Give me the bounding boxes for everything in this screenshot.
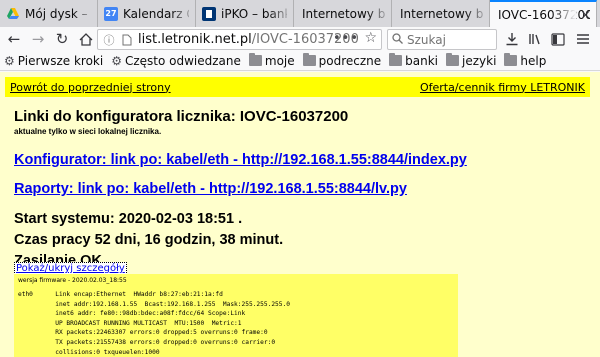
forward-arrow-icon[interactable]: → — [28, 29, 48, 49]
uptime: Czas pracy 52 dni, 16 godzin, 38 minut. — [14, 232, 284, 248]
tab-google-drive[interactable]: Mój dysk – Google Dysk — [0, 0, 98, 27]
google-drive-icon — [6, 7, 20, 21]
tab-internet-bank-1[interactable]: Internetowy bank — [294, 0, 392, 27]
tab-label: IOVC-16037200 — [498, 7, 590, 22]
bookmarks-toolbar: ⚙ Pierwsze kroki ⚙ Często odwiedzane moj… — [0, 51, 600, 71]
reload-icon[interactable]: ↻ — [52, 29, 72, 49]
bookmark-folder-help[interactable]: help — [504, 53, 547, 68]
firmware-version: wersja firmware - 2020.02.03_18:55 — [18, 277, 127, 284]
tab-ipko[interactable]: iPKO – bankowość — [196, 0, 294, 27]
home-icon[interactable] — [76, 29, 96, 49]
main-content: Linki do konfiguratora licznika: IOVC-16… — [14, 105, 594, 272]
bookmark-label: Pierwsze kroki — [17, 53, 104, 68]
folder-icon — [446, 53, 460, 66]
tab-strip: Mój dysk – Google Dysk 27 Kalendarz Goog… — [0, 0, 600, 27]
page-title: Linki do konfiguratora licznika: IOVC-16… — [14, 108, 349, 125]
tab-google-calendar[interactable]: 27 Kalendarz Google — [98, 0, 196, 27]
library-icon[interactable] — [526, 30, 544, 48]
bookmark-label: banki — [405, 53, 439, 68]
menu-icon[interactable] — [574, 30, 592, 48]
navigation-toolbar: ← → ↻ ⓘ list.letronik.net.pl/IOVC-160372… — [0, 27, 600, 51]
bookmark-folder-moje[interactable]: moje — [248, 53, 295, 68]
sidebar-icon[interactable] — [549, 30, 567, 48]
tab-iovc-active[interactable]: IOVC-16037200 × — [490, 0, 597, 27]
bookmark-pierwsze-kroki[interactable]: ⚙ Pierwsze kroki — [4, 54, 103, 68]
gear-icon: ⚙ — [111, 53, 122, 68]
folder-icon — [389, 53, 403, 66]
bookmark-folder-podreczne[interactable]: podreczne — [302, 53, 382, 68]
info-icon[interactable]: ⓘ — [102, 33, 116, 47]
page-icon — [120, 33, 134, 47]
page-content: Powrót do poprzedniej strony Oferta/cenn… — [0, 72, 600, 357]
bookmark-star-icon[interactable]: ☆ — [364, 30, 377, 46]
system-start: Start systemu: 2020-02-03 18:51 . — [14, 211, 243, 227]
reports-link[interactable]: Raporty: link po: kabel/eth - http://192… — [14, 181, 594, 197]
search-icon — [392, 32, 403, 47]
bookmark-folder-jezyki[interactable]: jezyki — [446, 53, 497, 68]
close-tab-icon[interactable]: × — [580, 8, 591, 23]
top-link-bar: Powrót do poprzedniej strony Oferta/cenn… — [5, 77, 590, 97]
calendar-icon: 27 — [104, 6, 118, 21]
address-bar[interactable]: ⓘ list.letronik.net.pl/IOVC-16037200 •••… — [97, 29, 382, 50]
configurator-link[interactable]: Konfigurator: link po: kabel/eth - http:… — [14, 152, 594, 168]
page-actions-icon[interactable]: ••• — [333, 31, 359, 46]
bookmark-label: podreczne — [318, 53, 382, 68]
bookmark-czesto-odwiedzane[interactable]: ⚙ Często odwiedzane — [111, 54, 241, 68]
url-domain: list.letronik.net.pl — [138, 32, 252, 47]
folder-icon — [504, 53, 518, 66]
back-arrow-icon[interactable]: ← — [4, 29, 24, 49]
bookmark-label: help — [520, 53, 547, 68]
bookmark-label: moje — [264, 53, 295, 68]
bookmark-folder-banki[interactable]: banki — [389, 53, 439, 68]
search-input[interactable]: Szukaj — [387, 29, 497, 50]
bookmark-label: Często odwiedzane — [124, 53, 241, 68]
offer-link[interactable]: Oferta/cennik firmy LETRONIK — [420, 81, 585, 94]
back-link[interactable]: Powrót do poprzedniej strony — [10, 81, 171, 94]
bookmark-label: jezyki — [462, 53, 497, 68]
local-network-note: aktualne tylko w sieci lokalnej licznika… — [14, 127, 162, 136]
tab-internet-bank-2[interactable]: Internetowy bank — [392, 0, 490, 27]
pko-bank-icon — [202, 6, 216, 21]
download-icon[interactable] — [503, 30, 521, 48]
search-placeholder: Szukaj — [407, 32, 446, 47]
folder-icon — [302, 53, 316, 66]
gear-icon: ⚙ — [4, 53, 15, 68]
network-interface-info: eth0 Link encap:Ethernet HWaddr b8:27:eb… — [18, 291, 290, 356]
details-panel: wersja firmware - 2020.02.03_18:55 eth0 … — [14, 274, 458, 357]
folder-icon — [248, 53, 262, 66]
